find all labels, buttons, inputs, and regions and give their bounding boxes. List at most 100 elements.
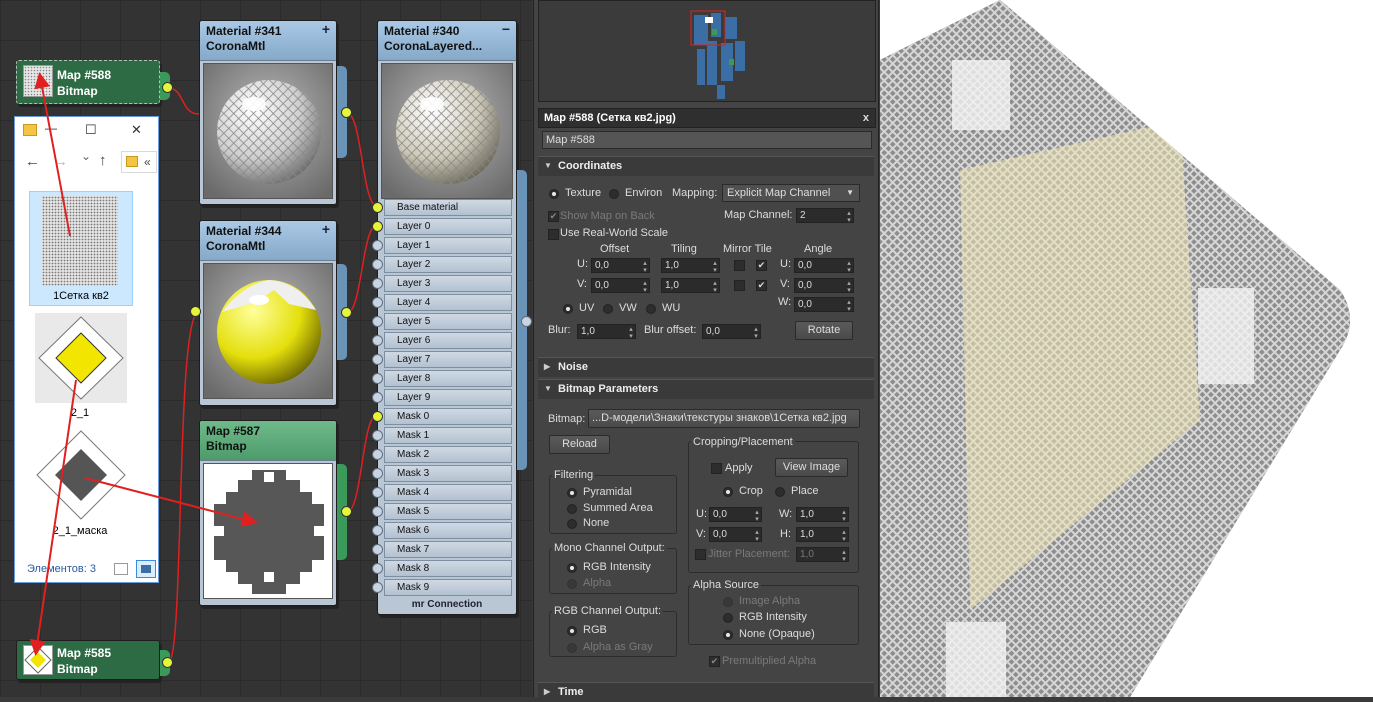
view-image-button[interactable]: View Image <box>775 458 848 477</box>
rollout-title: Bitmap Parameters <box>558 383 659 395</box>
blur-spinner[interactable]: 1,0 <box>577 324 636 339</box>
rollout-title: Time <box>558 686 584 698</box>
texture-radio[interactable] <box>549 189 559 199</box>
texture-label: Texture <box>565 187 602 199</box>
summed-area-radio[interactable] <box>567 504 577 514</box>
u-angle-label: U: <box>780 258 791 270</box>
w-angle-spinner[interactable]: 0,0 <box>794 297 854 312</box>
crop-radio[interactable] <box>723 487 733 497</box>
v-offset-spinner[interactable]: 0,0 <box>591 278 650 293</box>
real-world-scale-checkbox[interactable] <box>548 229 559 240</box>
alpha-source-title: Alpha Source <box>691 579 762 591</box>
rollout-title: Noise <box>558 361 588 373</box>
place-label: Place <box>791 485 819 497</box>
image-alpha-label: Image Alpha <box>739 595 801 607</box>
navigator-view[interactable] <box>538 0 876 102</box>
blur-offset-spinner[interactable]: 0,0 <box>702 324 761 339</box>
mirror-tile-header: Mirror Tile <box>723 243 772 255</box>
reload-button[interactable]: Reload <box>549 435 610 454</box>
u-angle-spinner[interactable]: 0,0 <box>794 258 854 273</box>
vw-label: VW <box>619 302 637 314</box>
rgb-intensity-label: RGB Intensity <box>583 561 651 573</box>
v-angle-label: V: <box>780 278 790 290</box>
rollout-time-header[interactable]: ▶ Time <box>538 682 874 702</box>
environ-label: Environ <box>625 187 663 199</box>
image-alpha-radio[interactable] <box>723 597 733 607</box>
alpha-rgb-intensity-label: RGB Intensity <box>739 611 807 623</box>
alpha-radio[interactable] <box>567 579 577 589</box>
crop-w-spinner[interactable]: 1,0 <box>796 507 849 522</box>
v-tiling-spinner[interactable]: 1,0 <box>661 278 720 293</box>
alpha-as-gray-radio[interactable] <box>567 643 577 653</box>
offset-header: Offset <box>600 243 630 255</box>
pyramidal-label: Pyramidal <box>583 486 632 498</box>
crop-u-label: U: <box>696 508 707 520</box>
map-name-input[interactable]: Map #588 <box>542 131 872 149</box>
jitter-checkbox[interactable] <box>695 549 706 560</box>
uv-label: UV <box>579 302 595 314</box>
summed-area-label: Summed Area <box>583 502 653 514</box>
v-mirror-checkbox[interactable] <box>734 280 745 291</box>
rgb-radio[interactable] <box>567 626 577 636</box>
u-tile-checkbox[interactable]: ✔ <box>756 260 767 271</box>
crop-h-label: H: <box>780 528 791 540</box>
expand-arrow-icon: ▶ <box>544 687 551 696</box>
u-mirror-checkbox[interactable] <box>734 260 745 271</box>
environ-radio[interactable] <box>609 189 619 199</box>
mono-channel-title: Mono Channel Output: <box>552 542 667 554</box>
alpha-label: Alpha <box>583 577 612 589</box>
rotate-button[interactable]: Rotate <box>795 321 853 340</box>
slate-node-view[interactable]: Map #588 Bitmap Material #341 CoronaMtl … <box>0 0 532 697</box>
angle-header: Angle <box>804 243 833 255</box>
jitter-spinner[interactable]: 1,0 <box>796 547 849 562</box>
jitter-label: Jitter Placement: <box>708 548 790 560</box>
rollout-noise-header[interactable]: ▶ Noise <box>538 357 874 377</box>
map-channel-spinner[interactable]: 2 <box>796 208 854 223</box>
crop-u-spinner[interactable]: 0,0 <box>709 507 762 522</box>
wu-label: WU <box>662 302 681 314</box>
alpha-rgb-intensity-radio[interactable] <box>723 613 733 623</box>
cropping-title: Cropping/Placement <box>691 436 795 448</box>
collapse-arrow-icon: ▼ <box>544 384 552 393</box>
close-icon[interactable]: x <box>863 109 869 127</box>
sign-render-image <box>880 0 1373 697</box>
show-map-on-back-checkbox[interactable]: ✔ <box>548 211 559 222</box>
v-tile-checkbox[interactable]: ✔ <box>756 280 767 291</box>
vw-radio[interactable] <box>603 304 613 314</box>
u-tiling-spinner[interactable]: 1,0 <box>661 258 720 273</box>
mapping-value: Explicit Map Channel <box>727 187 831 199</box>
bitmap-path-button[interactable]: ...D-модели\Знаки\текстуры знаков\1Сетка… <box>588 409 860 428</box>
filter-none-radio[interactable] <box>567 519 577 529</box>
crop-v-spinner[interactable]: 0,0 <box>709 527 762 542</box>
premultiplied-checkbox[interactable]: ✔ <box>709 656 720 667</box>
v-angle-spinner[interactable]: 0,0 <box>794 278 854 293</box>
none-opaque-radio[interactable] <box>723 630 733 640</box>
parameter-panel: Map #588 (Сетка кв2.jpg) x Map #588 ▼ Co… <box>533 0 879 702</box>
blur-offset-label: Blur offset: <box>644 324 697 336</box>
crop-h-spinner[interactable]: 1,0 <box>796 527 849 542</box>
panel-title: Map #588 (Сетка кв2.jpg) x <box>538 108 876 128</box>
panel-title-text: Map #588 (Сетка кв2.jpg) <box>544 112 676 124</box>
pyramidal-radio[interactable] <box>567 488 577 498</box>
u-offset-spinner[interactable]: 0,0 <box>591 258 650 273</box>
map-channel-label: Map Channel: <box>724 209 793 221</box>
annotation-arrows <box>29 72 258 656</box>
apply-checkbox[interactable] <box>711 463 722 474</box>
v-label: V: <box>577 278 587 290</box>
rgb-intensity-radio[interactable] <box>567 563 577 573</box>
mapping-dropdown[interactable]: Explicit Map Channel ▼ <box>722 184 860 202</box>
crop-label: Crop <box>739 485 763 497</box>
blur-label: Blur: <box>548 324 571 336</box>
expand-arrow-icon: ▶ <box>544 362 551 371</box>
crop-v-label: V: <box>696 528 706 540</box>
wu-radio[interactable] <box>646 304 656 314</box>
render-viewport[interactable] <box>880 0 1373 697</box>
rollout-bitmap-params-header[interactable]: ▼ Bitmap Parameters <box>538 379 874 399</box>
rollout-coordinates-header[interactable]: ▼ Coordinates <box>538 156 874 176</box>
uv-radio[interactable] <box>563 304 573 314</box>
place-radio[interactable] <box>775 487 785 497</box>
premultiplied-label: Premultiplied Alpha <box>722 655 817 667</box>
none-opaque-label: None (Opaque) <box>739 628 815 640</box>
filtering-title: Filtering <box>552 469 596 481</box>
filter-none-label: None <box>583 517 610 529</box>
